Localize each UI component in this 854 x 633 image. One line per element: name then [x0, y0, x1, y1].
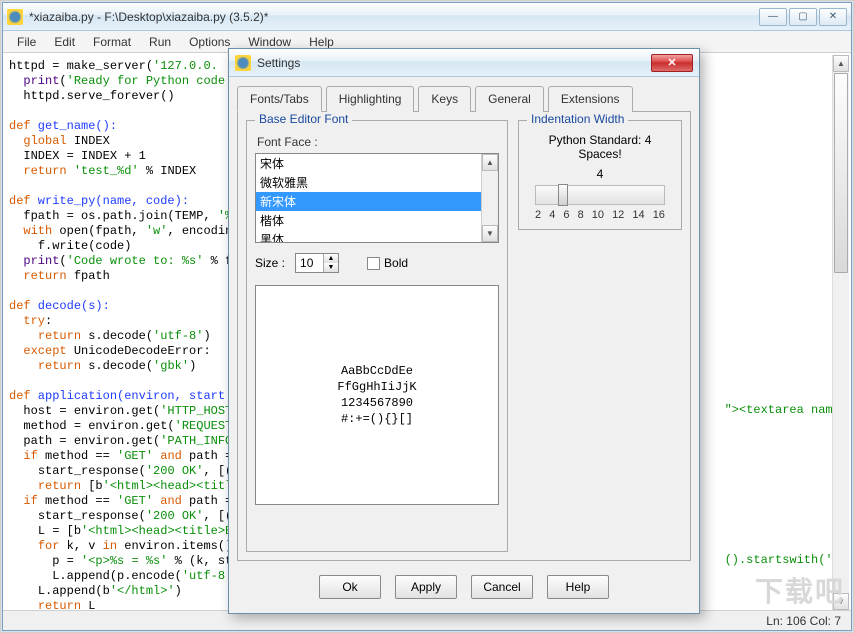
- menu-file[interactable]: File: [9, 33, 44, 51]
- font-face-label: Font Face :: [257, 135, 499, 149]
- scroll-up-icon[interactable]: ▲: [482, 154, 498, 171]
- size-spinner[interactable]: 10 ▲▼: [295, 253, 339, 273]
- listbox-scrollbar[interactable]: ▲ ▼: [481, 154, 498, 242]
- ok-button[interactable]: Ok: [319, 575, 381, 599]
- settings-dialog: Settings ✕ Fonts/Tabs Highlighting Keys …: [228, 48, 700, 614]
- cursor-position: Ln: 106 Col: 7: [766, 614, 841, 628]
- indent-value: 4: [527, 167, 673, 181]
- code-fragment-right-1: "><textarea name=: [725, 403, 847, 418]
- python-icon: [235, 55, 251, 71]
- font-option-3[interactable]: 楷体: [256, 211, 498, 230]
- maximize-button[interactable]: ▢: [789, 8, 817, 26]
- size-label: Size :: [255, 256, 285, 270]
- titlebar: *xiazaiba.py - F:\Desktop\xiazaiba.py (3…: [3, 3, 851, 31]
- bold-checkbox[interactable]: Bold: [367, 256, 408, 270]
- scroll-thumb[interactable]: [834, 73, 848, 273]
- tab-general[interactable]: General: [475, 86, 544, 112]
- apply-button[interactable]: Apply: [395, 575, 457, 599]
- font-preview: AaBbCcDdEe FfGgHhIiJjK 1234567890 #:+=()…: [255, 285, 499, 505]
- checkbox-box-icon[interactable]: [367, 257, 380, 270]
- tab-panel-fonts: Base Editor Font Font Face : 宋体 微软雅黑 新宋体…: [237, 111, 691, 561]
- font-face-listbox[interactable]: 宋体 微软雅黑 新宋体 楷体 黑体 ▲ ▼: [255, 153, 499, 243]
- scroll-down-icon[interactable]: ▼: [482, 225, 498, 242]
- window-controls: — ▢ ✕: [759, 8, 847, 26]
- minimize-button[interactable]: —: [759, 8, 787, 26]
- bold-label: Bold: [384, 256, 408, 270]
- window-close-button[interactable]: ✕: [819, 8, 847, 26]
- tab-keys[interactable]: Keys: [418, 86, 471, 112]
- size-value: 10: [300, 256, 313, 270]
- indent-caption: Python Standard: 4 Spaces!: [527, 133, 673, 161]
- font-option-1[interactable]: 微软雅黑: [256, 173, 498, 192]
- tab-highlighting[interactable]: Highlighting: [326, 86, 415, 112]
- font-option-2[interactable]: 新宋体: [256, 192, 498, 211]
- size-row: Size : 10 ▲▼ Bold: [255, 253, 499, 273]
- cancel-button[interactable]: Cancel: [471, 575, 533, 599]
- spin-up-icon[interactable]: ▲: [324, 254, 338, 263]
- dialog-close-button[interactable]: ✕: [651, 54, 693, 72]
- settings-tabs: Fonts/Tabs Highlighting Keys General Ext…: [229, 77, 699, 111]
- font-group-legend: Base Editor Font: [255, 112, 352, 126]
- tab-fonts[interactable]: Fonts/Tabs: [237, 86, 322, 112]
- help-button[interactable]: Help: [547, 575, 609, 599]
- python-icon: [7, 9, 23, 25]
- scroll-down-icon[interactable]: ▼: [833, 593, 849, 610]
- indent-slider[interactable]: [535, 185, 665, 205]
- tab-extensions[interactable]: Extensions: [548, 86, 633, 112]
- dialog-button-row: Ok Apply Cancel Help: [229, 569, 699, 609]
- indent-group-legend: Indentation Width: [527, 112, 628, 126]
- font-option-0[interactable]: 宋体: [256, 154, 498, 173]
- window-title: *xiazaiba.py - F:\Desktop\xiazaiba.py (3…: [29, 10, 759, 24]
- indentation-width-group: Indentation Width Python Standard: 4 Spa…: [518, 120, 682, 230]
- scroll-up-icon[interactable]: ▲: [833, 55, 849, 72]
- editor-vertical-scrollbar[interactable]: ▲ ▼: [832, 55, 849, 610]
- dialog-titlebar: Settings ✕: [229, 49, 699, 77]
- menu-edit[interactable]: Edit: [46, 33, 83, 51]
- menu-run[interactable]: Run: [141, 33, 179, 51]
- base-editor-font-group: Base Editor Font Font Face : 宋体 微软雅黑 新宋体…: [246, 120, 508, 552]
- dialog-title: Settings: [257, 56, 651, 70]
- font-option-4[interactable]: 黑体: [256, 230, 498, 243]
- slider-thumb[interactable]: [558, 184, 568, 206]
- menu-format[interactable]: Format: [85, 33, 139, 51]
- code-fragment-right-2: ().startswith('ap: [725, 553, 847, 568]
- spin-down-icon[interactable]: ▼: [324, 263, 338, 272]
- slider-ticks: 2 4 6 8 10 12 14 16: [535, 209, 665, 221]
